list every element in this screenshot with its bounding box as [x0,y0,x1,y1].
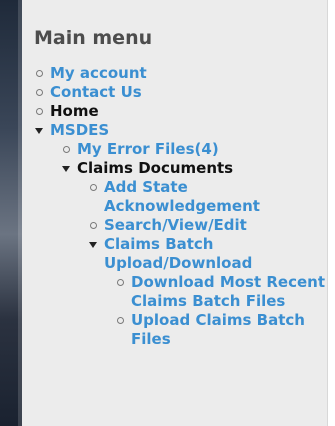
bullet-icon [63,146,70,153]
claims-batch-submenu: Download Most Recent Claims Batch Files … [104,273,327,349]
main-menu-title: Main menu [34,27,153,49]
menu-item-claims-batch-upload-download: Claims Batch Upload/Download Download Mo… [88,235,327,349]
menu-item-claims-documents: Claims Documents Add State Acknowledgeme… [61,159,327,349]
msdes-submenu: My Error Files(4) Claims Documents Add S… [50,140,327,349]
bullet-icon [36,70,43,77]
menu-link-add-state-acknowledgement[interactable]: Add State Acknowledgement [104,178,260,215]
background-image-strip [0,0,22,426]
menu-link-search-view-edit[interactable]: Search/View/Edit [104,216,247,234]
bullet-icon [90,222,97,229]
expanded-arrow-icon[interactable] [62,166,70,172]
expanded-arrow-icon[interactable] [35,128,43,134]
right-edge-border [327,0,335,426]
menu-item-my-account: My account [34,64,327,83]
bullet-icon [90,184,97,191]
menu-item-my-error-files: My Error Files(4) [61,140,327,159]
menu-item-msdes: MSDES My Error Files(4) Claims Documents… [34,121,327,349]
menu-item-contact-us: Contact Us [34,83,327,102]
menu-item-upload-claims-batch: Upload Claims Batch Files [115,311,327,349]
bullet-icon [36,108,43,115]
bullet-icon [117,279,124,286]
expanded-arrow-icon[interactable] [89,242,97,248]
menu-link-my-account[interactable]: My account [50,64,147,82]
menu-item-home: Home [34,102,327,121]
menu-link-contact-us[interactable]: Contact Us [50,83,142,101]
bullet-icon [36,89,43,96]
menu-item-search-view-edit: Search/View/Edit [88,216,327,235]
bullet-icon [117,317,124,324]
menu-link-msdes[interactable]: MSDES [50,121,109,139]
main-menu-list: My account Contact Us Home MSDES My Erro… [34,64,327,349]
menu-link-upload-claims-batch[interactable]: Upload Claims Batch Files [131,311,305,348]
menu-link-claims-documents[interactable]: Claims Documents [77,159,233,177]
claims-documents-submenu: Add State Acknowledgement Search/View/Ed… [77,178,327,349]
main-menu-panel: Main menu My account Contact Us Home MSD… [22,0,327,426]
menu-item-download-most-recent: Download Most Recent Claims Batch Files [115,273,327,311]
menu-link-download-most-recent[interactable]: Download Most Recent Claims Batch Files [131,273,325,310]
menu-link-home[interactable]: Home [50,102,99,120]
menu-item-add-state-acknowledgement: Add State Acknowledgement [88,178,327,216]
menu-link-my-error-files[interactable]: My Error Files(4) [77,140,219,158]
menu-link-claims-batch-upload-download[interactable]: Claims Batch Upload/Download [104,235,252,272]
